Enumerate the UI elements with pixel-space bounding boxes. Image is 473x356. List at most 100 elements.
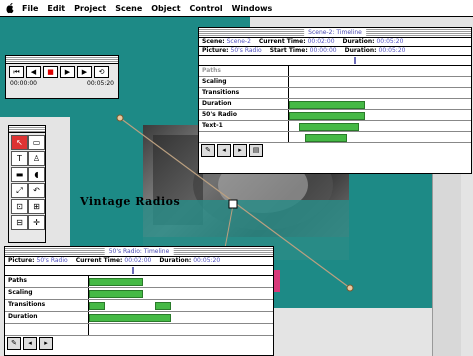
text-track-bar[interactable] — [299, 123, 359, 131]
stop-button[interactable]: ■ — [43, 66, 58, 78]
rewind-icon: ⏮ — [13, 67, 20, 76]
duration-value: 00:05:20 — [376, 38, 404, 45]
object-row-label: Duration — [5, 312, 89, 323]
timeline-row[interactable]: Text-1 — [199, 121, 471, 132]
duration2-value: 00:05:20 — [378, 47, 406, 54]
paint-tool-button[interactable]: ♙ — [28, 151, 45, 166]
object-row-label: Paths — [5, 276, 89, 287]
tool-palette-titlebar[interactable] — [9, 126, 45, 133]
row-label-empty — [199, 132, 289, 142]
current-time-label: Current Time: — [258, 38, 306, 45]
object-timeline-tool-button[interactable]: ✎ — [7, 336, 21, 350]
object-info-line: Picture: 50's Radio Current Time: 00:02:… — [5, 257, 273, 266]
timeline-zoom-in-button[interactable]: ▸ — [233, 143, 247, 157]
arrow-tool-button[interactable]: ↖ — [11, 135, 28, 150]
controller-time-start: 00:00:00 — [10, 80, 37, 87]
zoom-tool-button[interactable]: ⊟ — [11, 215, 28, 230]
row-label: Paths — [199, 66, 289, 76]
controller-titlebar[interactable] — [6, 56, 118, 64]
step-back-button[interactable]: ◀ — [26, 66, 41, 78]
sound-tool-button[interactable]: ◖ — [28, 167, 45, 182]
picture-value: 50's Radio — [230, 47, 262, 54]
object-row-label-empty — [5, 324, 89, 335]
movie-tool-button[interactable]: ▬ — [11, 167, 28, 182]
object-timeline-row[interactable]: Duration — [5, 312, 273, 324]
timeline-row[interactable]: 50's Radio — [199, 110, 471, 121]
controller-time-end: 00:05:20 — [87, 80, 114, 87]
object-timeline-row[interactable]: Paths — [5, 276, 273, 288]
row-label: Text-1 — [199, 121, 289, 131]
object-timeline-row — [5, 324, 273, 336]
timeline-row[interactable]: Scaling — [199, 77, 471, 88]
path-start-handle[interactable] — [116, 114, 124, 122]
row-label: Duration — [199, 99, 289, 109]
text-tool-button[interactable]: T — [11, 151, 28, 166]
resize-tool-button[interactable]: ⊡ — [11, 199, 28, 214]
picture-label: Picture: — [202, 47, 229, 54]
path-end-handle[interactable] — [346, 284, 354, 292]
radio-track-bar[interactable] — [289, 112, 365, 120]
row-label: Transitions — [199, 88, 289, 98]
link-tool-button[interactable]: ⊞ — [28, 199, 45, 214]
object-timeline-row[interactable]: Scaling — [5, 288, 273, 300]
scene-value: Scene-2 — [226, 38, 251, 45]
current-time-value: 00:02:00 — [307, 38, 335, 45]
object-timeline-row[interactable]: Transitions — [5, 300, 273, 312]
start-time-label: Start Time: — [269, 47, 308, 54]
step-forward-icon: ▶ — [64, 68, 71, 76]
row-label: 50's Radio — [199, 110, 289, 120]
row-label: Scaling — [199, 77, 289, 87]
object-timeline-zoom-out-button[interactable]: ◂ — [23, 336, 37, 350]
object-timeline-controls: ✎ ◂ ▸ — [5, 336, 273, 350]
playback-controller: ⏮ ◀ ■ ▶ ▶ ⟲ 00:00:00 00:05:20 — [5, 55, 119, 99]
scene-info-line: Scene: Scene-2 Current Time: 00:02:00 Du… — [199, 38, 471, 47]
object-timeline-window: 50's Radio: Timeline Picture: 50's Radio… — [4, 246, 274, 356]
object-duration-value: 00:05:20 — [193, 257, 221, 264]
duration2-label: Duration: — [344, 47, 377, 54]
extra-track-bar[interactable] — [305, 134, 347, 142]
scene-timeline-window: Scene-2: Timeline Scene: Scene-2 Current… — [198, 27, 472, 174]
object-timeline-ruler[interactable] — [5, 266, 273, 276]
step-forward-button[interactable]: ▶ — [60, 66, 75, 78]
rectangle-tool-button[interactable]: ▭ — [28, 135, 45, 150]
object-current-time-value: 00:02:00 — [124, 257, 152, 264]
step-back-icon: ◀ — [30, 68, 37, 76]
duration-label: Duration: — [342, 38, 375, 45]
crosshair-tool-button[interactable]: ✛ — [28, 215, 45, 230]
duration-bar[interactable] — [289, 101, 365, 109]
object-row-label: Transitions — [5, 300, 89, 311]
loop-button[interactable]: ⟲ — [94, 66, 109, 78]
timeline-row[interactable]: Paths — [199, 66, 471, 77]
timeline-row — [199, 132, 471, 143]
scene-timeline-title: Scene-2: Timeline — [304, 28, 366, 37]
scene-timeline-titlebar[interactable]: Scene-2: Timeline — [199, 28, 471, 38]
rewind-button[interactable]: ⏮ — [9, 66, 24, 78]
object-timeline-titlebar[interactable]: 50's Radio: Timeline — [5, 247, 273, 257]
stage-title-text[interactable]: Vintage Radios — [80, 195, 180, 208]
timeline-ruler[interactable] — [199, 56, 471, 66]
object-timeline-title: 50's Radio: Timeline — [104, 247, 174, 256]
object-timeline-zoom-in-button[interactable]: ▸ — [39, 336, 53, 350]
object-picture-label: Picture: — [8, 257, 35, 264]
rotate-tool-button[interactable]: ↶ — [28, 183, 45, 198]
play-icon: ▶ — [81, 68, 88, 76]
start-time-value: 00:00:00 — [309, 47, 337, 54]
timeline-row[interactable]: Duration — [199, 99, 471, 110]
scene-timeline-controls: ✎ ◂ ▸ ▤ — [199, 143, 471, 157]
object-picture-value: 50's Radio — [36, 257, 68, 264]
path-tool-button[interactable]: ⤢ — [11, 183, 28, 198]
transition-in-bar[interactable] — [89, 302, 105, 310]
timeline-zoom-out-button[interactable]: ◂ — [217, 143, 231, 157]
timeline-row[interactable]: Transitions — [199, 88, 471, 99]
timeline-tool-button[interactable]: ✎ — [201, 143, 215, 157]
paths-bar[interactable] — [89, 278, 143, 286]
play-button[interactable]: ▶ — [77, 66, 92, 78]
picture-info-line: Picture: 50's Radio Start Time: 00:00:00… — [199, 47, 471, 56]
timeline-view-button[interactable]: ▤ — [249, 143, 263, 157]
object-current-time-label: Current Time: — [75, 257, 123, 264]
object-duration-bar[interactable] — [89, 314, 171, 322]
scaling-bar[interactable] — [89, 290, 143, 298]
stop-icon: ■ — [47, 68, 54, 76]
object-anchor-handle[interactable] — [228, 199, 238, 209]
transition-out-bar[interactable] — [155, 302, 171, 310]
